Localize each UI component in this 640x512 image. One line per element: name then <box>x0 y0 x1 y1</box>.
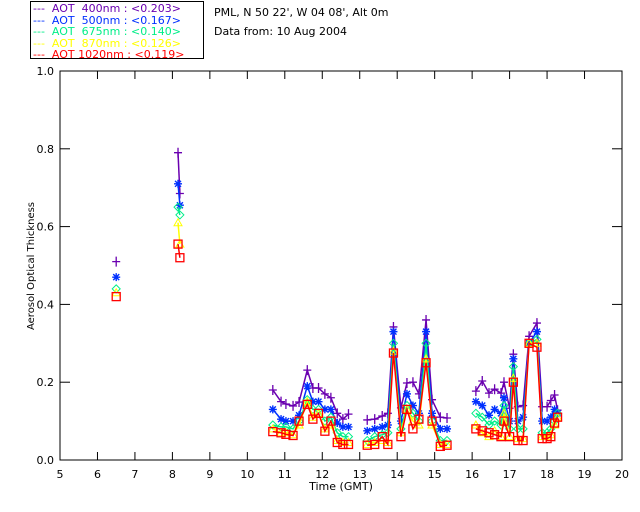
y-axis-label: Aerosol Optical Thickness <box>26 202 37 330</box>
point-asterisk <box>344 422 353 431</box>
x-tick-label: 5 <box>57 468 64 481</box>
x-tick-label: 20 <box>615 468 629 481</box>
x-tick-label: 6 <box>94 468 101 481</box>
x-tick-label: 9 <box>206 468 213 481</box>
point-asterisk <box>326 405 335 414</box>
x-tick-label: 8 <box>169 468 176 481</box>
point-plus <box>443 412 452 423</box>
point-asterisk <box>303 382 312 391</box>
point-asterisk <box>174 179 183 188</box>
point-asterisk <box>112 273 121 282</box>
x-tick-label: 18 <box>540 468 554 481</box>
point-asterisk <box>471 397 480 406</box>
point-plus <box>402 377 411 388</box>
x-tick-label: 12 <box>315 468 329 481</box>
point-asterisk <box>443 424 452 433</box>
point-asterisk <box>509 354 518 363</box>
point-plus <box>436 412 445 423</box>
point-asterisk <box>532 327 541 336</box>
y-tick-label: 0.0 <box>37 454 55 467</box>
y-tick-label: 1.0 <box>37 65 55 78</box>
point-asterisk <box>268 405 277 414</box>
aot-chart: --- AOT 400nm : <0.203> --- AOT 500nm : … <box>0 0 640 512</box>
axes-frame <box>59 70 623 461</box>
point-asterisk <box>314 397 323 406</box>
point-plus <box>174 147 183 158</box>
point-plus <box>112 256 121 267</box>
point-asterisk <box>422 327 431 336</box>
point-asterisk <box>389 327 398 336</box>
x-tick-label: 14 <box>390 468 404 481</box>
x-tick-label: 10 <box>240 468 254 481</box>
x-axis-label: Time (GMT) <box>308 480 373 493</box>
point-plus <box>370 414 379 425</box>
point-plus <box>363 414 372 425</box>
point-asterisk <box>402 389 411 398</box>
x-tick-label: 17 <box>503 468 517 481</box>
plot-area: Time (GMT) Aerosol Optical Thickness 5 6 7… <box>26 65 629 493</box>
x-tick-label: 11 <box>278 468 292 481</box>
x-tick-label: 16 <box>465 468 479 481</box>
point-plus <box>499 377 508 388</box>
point-asterisk <box>289 417 298 426</box>
point-asterisk <box>281 417 290 426</box>
point-asterisk <box>363 426 372 435</box>
point-asterisk <box>478 401 487 410</box>
point-plus <box>378 411 387 422</box>
y-tick-label: 0.4 <box>37 298 55 311</box>
y-tick-label: 0.8 <box>37 143 55 156</box>
point-plus <box>281 398 290 409</box>
y-tick-label: 0.2 <box>37 376 55 389</box>
point-plus <box>422 314 431 325</box>
point-asterisk <box>499 393 508 402</box>
point-asterisk <box>370 424 379 433</box>
series-line-4 <box>177 244 181 258</box>
point-plus <box>408 377 417 388</box>
point-asterisk <box>490 405 499 414</box>
x-tick-label: 19 <box>578 468 592 481</box>
x-tick-label: 7 <box>131 468 138 481</box>
x-tick-label: 13 <box>353 468 367 481</box>
y-tick-label: 0.6 <box>37 221 55 234</box>
point-plus <box>303 365 312 376</box>
x-tick-label: 15 <box>428 468 442 481</box>
